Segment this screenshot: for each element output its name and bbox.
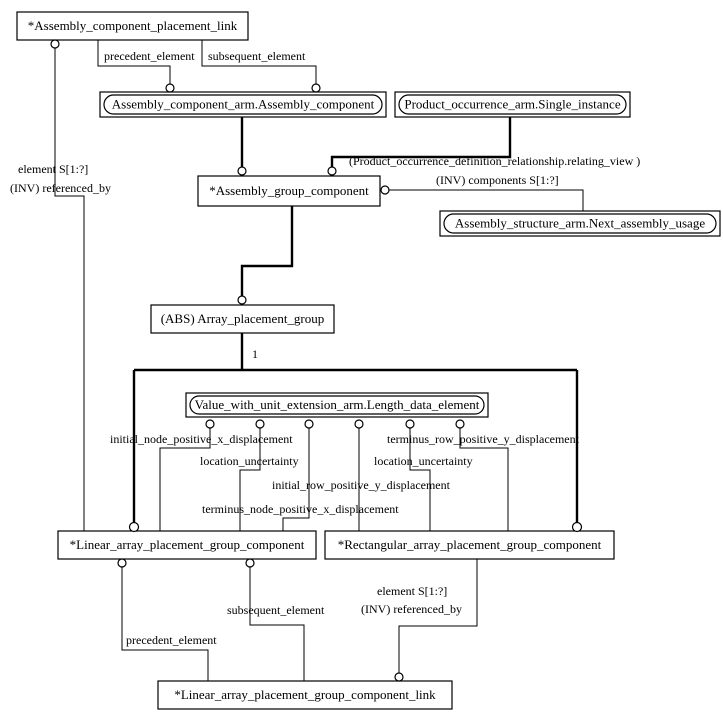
entity-label: *Assembly_group_component xyxy=(209,183,369,198)
circle-agc-right xyxy=(380,185,390,195)
express-g-diagram: *Assembly_component_placement_link Assem… xyxy=(0,0,723,720)
connector-components-inv xyxy=(389,189,584,211)
circle-linear-top xyxy=(128,521,140,533)
entity-label: *Linear_array_placement_group_component xyxy=(70,537,305,552)
circle-lde-port-3 xyxy=(304,419,314,429)
entity-label: (ABS) Array_placement_group xyxy=(161,311,325,326)
entity-label: Assembly_structure_arm.Next_assembly_usa… xyxy=(455,215,705,230)
diagram-canvas: *Assembly_component_placement_link Assem… xyxy=(10,11,721,710)
connection-circles xyxy=(50,39,583,682)
label-precedent-element-bottom: precedent_element xyxy=(126,633,217,647)
label-inv-referenced-by-left: (INV) referenced_by xyxy=(10,181,111,195)
label-cardinality-one: 1 xyxy=(252,347,258,361)
label-relating-view: (Product_occurrence_definition_relations… xyxy=(349,154,640,168)
entity-label: *Linear_array_placement_group_component_… xyxy=(174,687,436,702)
label-terminus-row-positive-y-displacement: terminus_row_positive_y_displacement xyxy=(387,432,580,446)
circle-lde-port-5 xyxy=(405,419,415,429)
entity-array-placement-group[interactable]: (ABS) Array_placement_group xyxy=(150,304,335,334)
label-location-uncertainty-right: location_uncertainty xyxy=(374,454,473,468)
circle-lde-port-6 xyxy=(455,419,465,429)
circle-acpl-left xyxy=(50,39,60,49)
entity-assembly-group-component[interactable]: *Assembly_group_component xyxy=(197,175,381,207)
label-subsequent-element-bottom: subsequent_element xyxy=(227,603,325,617)
label-element-s1-left: element S[1:?] xyxy=(18,162,88,176)
entity-label: *Rectangular_array_placement_group_compo… xyxy=(338,537,602,552)
connector-element-referenced-by-left xyxy=(54,48,85,545)
circle-agc-top-left xyxy=(237,166,247,176)
connector-subsequent-element-bottom xyxy=(249,567,305,681)
label-inv-referenced-by-right: (INV) referenced_by xyxy=(361,602,462,616)
entity-assembly-component[interactable]: Assembly_component_arm.Assembly_componen… xyxy=(99,91,387,118)
entity-rectangular-array-placement-group-component[interactable]: *Rectangular_array_placement_group_compo… xyxy=(324,530,615,560)
circle-apg-top xyxy=(237,295,247,305)
entity-next-assembly-usage[interactable]: Assembly_structure_arm.Next_assembly_usa… xyxy=(439,210,721,237)
circle-lde-port-2 xyxy=(255,419,265,429)
circle-rect-top xyxy=(571,521,583,533)
circle-lde-port-4 xyxy=(354,419,364,429)
entity-linear-array-placement-group-component-link[interactable]: *Linear_array_placement_group_component_… xyxy=(157,680,453,710)
label-terminus-node-positive-x-displacement: terminus_node_positive_x_displacement xyxy=(202,502,399,516)
label-inv-components-s1: (INV) components S[1:?] xyxy=(436,173,559,187)
entity-label: Product_occurrence_arm.Single_instance xyxy=(404,96,620,111)
connector-group-to-array-placement-group xyxy=(240,206,294,297)
circle-linear-precedent xyxy=(117,558,127,568)
entity-single-instance[interactable]: Product_occurrence_arm.Single_instance xyxy=(394,91,631,118)
connector-precedent-element-bottom xyxy=(121,567,209,681)
label-location-uncertainty-left: location_uncertainty xyxy=(200,454,299,468)
label-subsequent-element-top: subsequent_element xyxy=(208,49,306,63)
circle-linear-subsequent xyxy=(245,558,255,568)
circle-lde-port-1 xyxy=(205,419,215,429)
label-initial-node-positive-x-displacement: initial_node_positive_x_displacement xyxy=(110,432,293,446)
entity-label: *Assembly_component_placement_link xyxy=(28,18,238,33)
entity-assembly-component-placement-link[interactable]: *Assembly_component_placement_link xyxy=(16,11,249,41)
entity-label: Assembly_component_arm.Assembly_componen… xyxy=(112,96,375,111)
circle-link-right xyxy=(394,672,404,682)
circle-ac-subsequent xyxy=(311,83,321,93)
circle-agc-top-right xyxy=(327,166,337,176)
circle-ac-precedent xyxy=(165,83,175,93)
label-element-s1-right: element S[1:?] xyxy=(377,584,447,598)
entity-label: Value_with_unit_extension_arm.Length_dat… xyxy=(195,397,480,412)
label-initial-row-positive-y-displacement: initial_row_positive_y_displacement xyxy=(272,478,451,492)
connector-lines xyxy=(54,40,584,681)
label-precedent-element-top: precedent_element xyxy=(104,49,195,63)
entity-linear-array-placement-group-component[interactable]: *Linear_array_placement_group_component xyxy=(57,530,317,560)
entity-length-data-element[interactable]: Value_with_unit_extension_arm.Length_dat… xyxy=(185,392,489,418)
connector-element-referenced-by-right xyxy=(398,559,478,673)
